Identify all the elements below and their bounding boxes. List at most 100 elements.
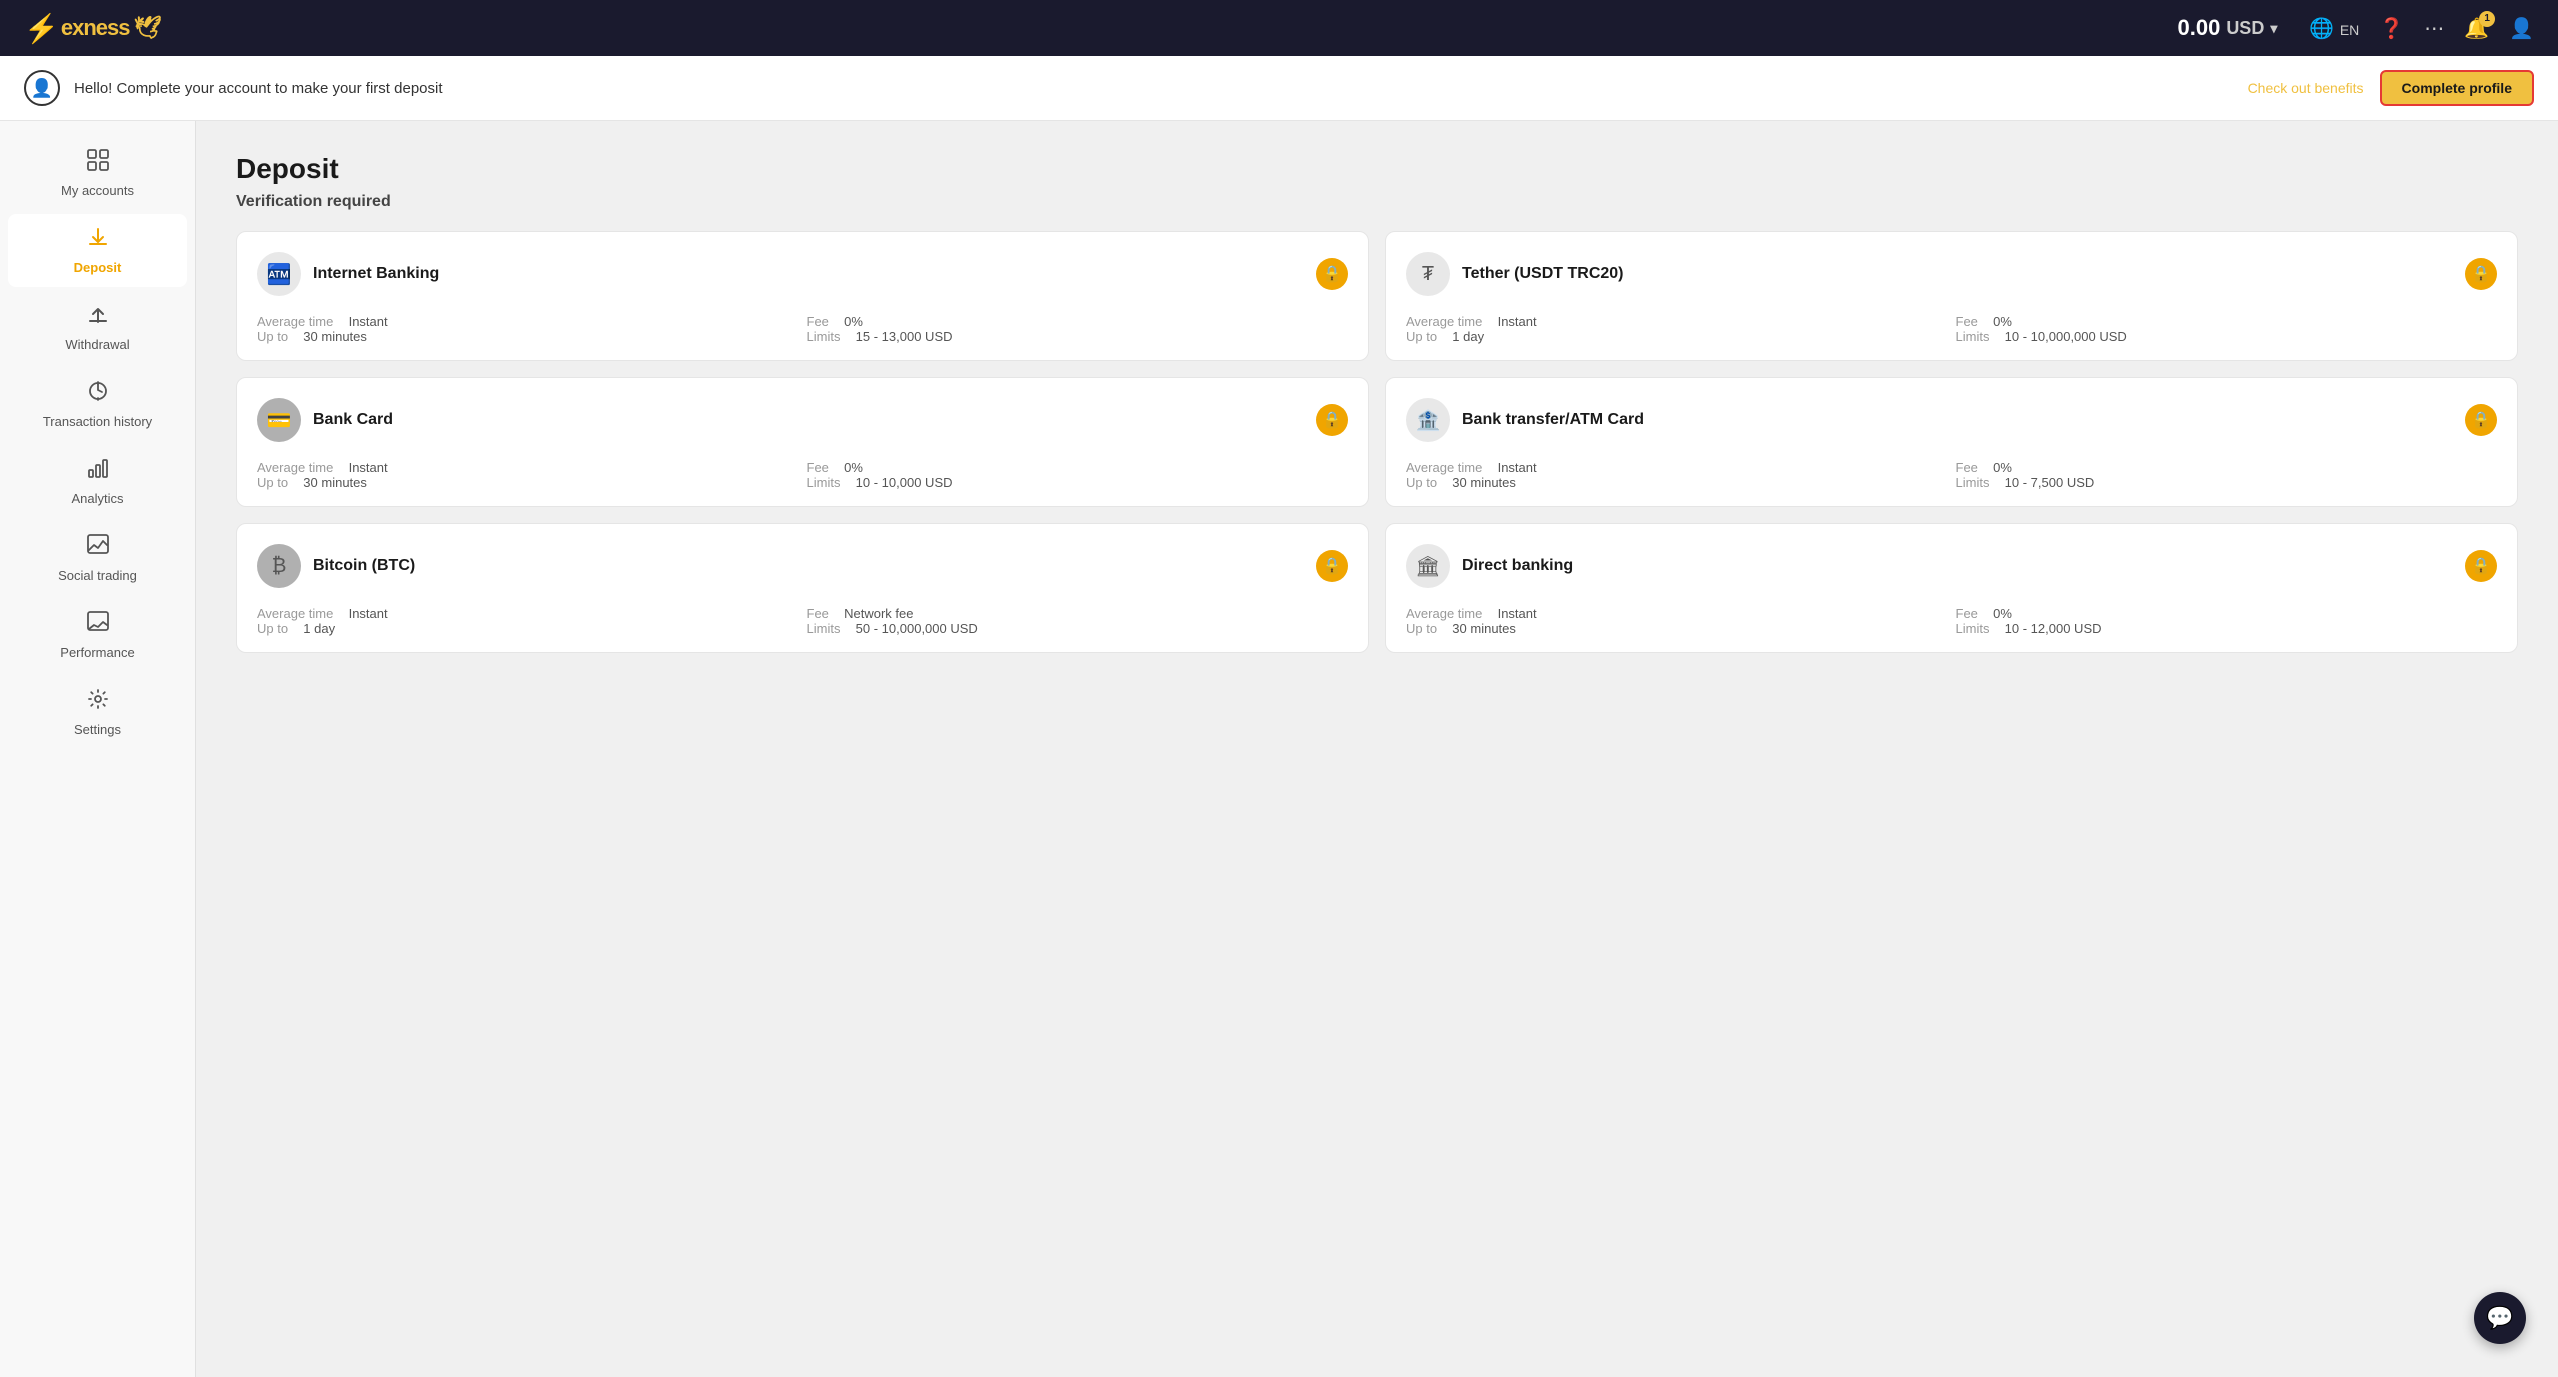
- up-to-row: Up to 1 day: [257, 621, 799, 636]
- sidebar-item-analytics[interactable]: Analytics: [8, 445, 187, 518]
- main-content: Deposit Verification required 🏧 Internet…: [196, 121, 2558, 1377]
- avg-time-value: Instant: [349, 460, 388, 475]
- sidebar-label-social-trading: Social trading: [58, 568, 137, 583]
- payment-method-icon: 🏦: [1406, 398, 1450, 442]
- sidebar-label-transaction-history: Transaction history: [43, 414, 152, 429]
- deposit-icon: [87, 226, 109, 254]
- onboarding-banner: 👤 Hello! Complete your account to make y…: [0, 56, 2558, 121]
- limits-label: Limits: [807, 475, 848, 490]
- limits-row: Limits 10 - 7,500 USD: [1956, 475, 2498, 490]
- sidebar-item-performance[interactable]: Performance: [8, 599, 187, 672]
- lock-icon: 🔒: [2465, 550, 2497, 582]
- payment-card-details: Average time Instant Up to 1 day Fee Net…: [257, 606, 1348, 636]
- sidebar-item-transaction-history[interactable]: Transaction history: [8, 368, 187, 441]
- sidebar-label-analytics: Analytics: [71, 491, 123, 506]
- payment-method-icon: 🏛: [1406, 544, 1450, 588]
- avg-time-label: Average time: [257, 606, 341, 621]
- payment-card-details: Average time Instant Up to 30 minutes Fe…: [257, 460, 1348, 490]
- check-out-benefits-link[interactable]: Check out benefits: [2248, 80, 2364, 96]
- fee-value: Network fee: [844, 606, 913, 621]
- payment-method-name: Bank Card: [313, 411, 393, 429]
- payment-method-name: Bank transfer/ATM Card: [1462, 411, 1644, 429]
- payment-card-details: Average time Instant Up to 30 minutes Fe…: [1406, 606, 2497, 636]
- fee-row: Fee 0%: [807, 460, 1349, 475]
- limits-label: Limits: [1956, 621, 1997, 636]
- limits-value: 10 - 7,500 USD: [2005, 475, 2095, 490]
- logo-area: ⚡ exness 🕊: [24, 12, 2161, 45]
- balance-amount: 0.00: [2177, 15, 2220, 41]
- payment-card-details: Average time Instant Up to 1 day Fee 0%: [1406, 314, 2497, 344]
- payment-method-icon: 💳: [257, 398, 301, 442]
- analytics-icon: [87, 457, 109, 485]
- fee-row: Fee Network fee: [807, 606, 1349, 621]
- payment-card-internet-banking[interactable]: 🏧 Internet Banking 🔒 Average time Instan…: [236, 231, 1369, 361]
- fee-group: Fee 0% Limits 10 - 10,000,000 USD: [1956, 314, 2498, 344]
- up-to-label: Up to: [1406, 475, 1444, 490]
- payment-card-bank-card[interactable]: 💳 Bank Card 🔒 Average time Instant Up to…: [236, 377, 1369, 507]
- avg-time-value: Instant: [1498, 460, 1537, 475]
- limits-row: Limits 15 - 13,000 USD: [807, 329, 1349, 344]
- avg-time-label: Average time: [1406, 606, 1490, 621]
- help-icon: ❓: [2379, 18, 2404, 40]
- payment-card-direct-banking[interactable]: 🏛 Direct banking 🔒 Average time Instant …: [1385, 523, 2518, 653]
- payment-card-title-row: ₮ Tether (USDT TRC20): [1406, 252, 1624, 296]
- up-to-label: Up to: [1406, 329, 1444, 344]
- fee-value: 0%: [1993, 606, 2012, 621]
- limits-row: Limits 10 - 10,000,000 USD: [1956, 329, 2498, 344]
- up-to-value: 1 day: [303, 621, 335, 636]
- payment-card-header: ₿ Bitcoin (BTC) 🔒: [257, 544, 1348, 588]
- sidebar-item-social-trading[interactable]: Social trading: [8, 522, 187, 595]
- up-to-value: 30 minutes: [303, 475, 367, 490]
- payment-card-bank-transfer-atm[interactable]: 🏦 Bank transfer/ATM Card 🔒 Average time …: [1385, 377, 2518, 507]
- sidebar-label-deposit: Deposit: [74, 260, 122, 275]
- logo: ⚡ exness 🕊: [24, 12, 160, 45]
- payment-card-title-row: 🏛 Direct banking: [1406, 544, 1573, 588]
- sidebar-item-withdrawal[interactable]: Withdrawal: [8, 291, 187, 364]
- nav-icons: 🌐 EN ❓ ⋯ 🔔 1 👤: [2309, 16, 2534, 41]
- chat-fab-button[interactable]: 💬: [2474, 1292, 2526, 1344]
- sidebar-item-my-accounts[interactable]: My accounts: [8, 137, 187, 210]
- up-to-label: Up to: [257, 329, 295, 344]
- apps-button[interactable]: ⋯: [2424, 16, 2444, 41]
- fee-value: 0%: [1993, 314, 2012, 329]
- sidebar-item-settings[interactable]: Settings: [8, 676, 187, 749]
- payment-card-header: 🏦 Bank transfer/ATM Card 🔒: [1406, 398, 2497, 442]
- limits-value: 10 - 12,000 USD: [2005, 621, 2102, 636]
- payment-card-header: 🏧 Internet Banking 🔒: [257, 252, 1348, 296]
- fee-row: Fee 0%: [1956, 460, 2498, 475]
- fee-label: Fee: [1956, 606, 1986, 621]
- limits-value: 10 - 10,000,000 USD: [2005, 329, 2127, 344]
- fee-group: Fee 0% Limits 10 - 7,500 USD: [1956, 460, 2498, 490]
- banner-actions: Check out benefits Complete profile: [2248, 70, 2534, 106]
- up-to-label: Up to: [257, 621, 295, 636]
- balance-display[interactable]: 0.00 USD ▾: [2177, 15, 2277, 41]
- complete-profile-button[interactable]: Complete profile: [2380, 70, 2534, 106]
- payment-card-tether[interactable]: ₮ Tether (USDT TRC20) 🔒 Average time Ins…: [1385, 231, 2518, 361]
- fee-label: Fee: [1956, 314, 1986, 329]
- limits-label: Limits: [807, 329, 848, 344]
- avg-time-row: Average time Instant: [1406, 314, 1948, 329]
- sidebar-label-settings: Settings: [74, 722, 121, 737]
- main-layout: My accounts Deposit Withdrawal: [0, 121, 2558, 1377]
- avg-time-group: Average time Instant Up to 30 minutes: [257, 460, 799, 490]
- payment-card-header: 🏛 Direct banking 🔒: [1406, 544, 2497, 588]
- payment-card-title-row: 🏧 Internet Banking: [257, 252, 439, 296]
- profile-button[interactable]: 👤: [2509, 16, 2534, 41]
- avg-time-label: Average time: [257, 460, 341, 475]
- lock-icon: 🔒: [1316, 550, 1348, 582]
- payment-card-bitcoin[interactable]: ₿ Bitcoin (BTC) 🔒 Average time Instant U…: [236, 523, 1369, 653]
- limits-label: Limits: [1956, 475, 1997, 490]
- avg-time-group: Average time Instant Up to 1 day: [1406, 314, 1948, 344]
- lock-icon: 🔒: [1316, 404, 1348, 436]
- payment-method-name: Internet Banking: [313, 265, 439, 283]
- up-to-row: Up to 30 minutes: [257, 329, 799, 344]
- language-button[interactable]: 🌐 EN: [2309, 16, 2359, 41]
- fee-row: Fee 0%: [1956, 314, 2498, 329]
- fee-group: Fee 0% Limits 15 - 13,000 USD: [807, 314, 1349, 344]
- sidebar-item-deposit[interactable]: Deposit: [8, 214, 187, 287]
- fee-value: 0%: [844, 314, 863, 329]
- avg-time-value: Instant: [349, 314, 388, 329]
- up-to-label: Up to: [1406, 621, 1444, 636]
- notifications-button[interactable]: 🔔 1: [2464, 16, 2489, 41]
- help-button[interactable]: ❓: [2379, 16, 2404, 41]
